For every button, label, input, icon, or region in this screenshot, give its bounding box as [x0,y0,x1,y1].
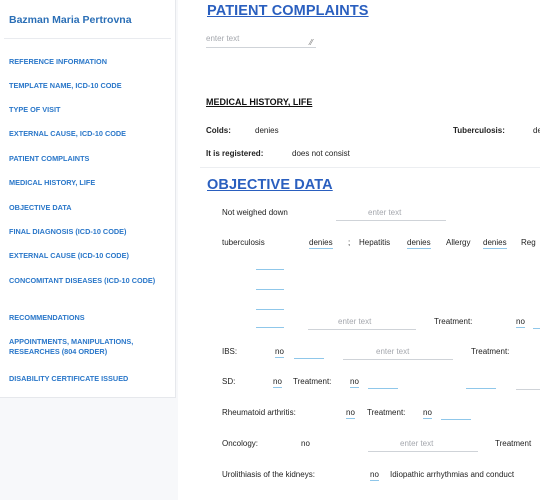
ra-treatment-label: Treatment: [367,408,406,417]
oncology-label: Oncology: [222,439,259,448]
sidebar-item-reference-information[interactable]: REFERENCE INFORMATION [9,57,169,67]
notes-input[interactable]: enter text [338,317,371,326]
empty-select[interactable] [256,309,284,310]
ibs-input-border [343,359,453,360]
empty-select[interactable] [466,388,496,389]
sidebar-item-template-name[interactable]: TEMPLATE NAME, ICD-10 CODE [9,81,169,91]
complaints-input-border [206,47,316,48]
resize-handle-icon[interactable]: ⁄⁄ [310,38,313,47]
sd-select[interactable]: no [273,377,282,388]
empty-select[interactable] [441,419,471,420]
empty-select[interactable] [533,328,540,329]
empty-select[interactable] [294,358,324,359]
urolithiasis-select[interactable]: no [370,470,379,481]
main-content: PATIENT COMPLAINTS enter text ⁄⁄ MEDICAL… [178,0,540,500]
oncology-input-border [368,451,478,452]
objective-data-title: OBJECTIVE DATA [207,177,333,193]
arrhythmias-label: Idiopathic arrhythmias and conduct [390,470,515,479]
ibs-treatment-label: Treatment: [471,347,510,356]
sidebar-item-external-cause[interactable]: EXTERNAL CAUSE (ICD-10 CODE) [9,251,169,261]
sidebar: Bazman Maria Pertrovna REFERENCE INFORMA… [0,0,176,398]
sidebar-divider [4,38,171,39]
tuberculosis-value[interactable]: de [533,126,540,135]
sidebar-item-disability-certificate[interactable]: DISABILITY CERTIFICATE ISSUED [9,374,169,384]
sidebar-item-medical-history[interactable]: MEDICAL HISTORY, LIFE [9,178,169,188]
ra-label: Rheumatoid arthritis: [222,408,296,417]
ibs-select[interactable]: no [275,347,284,358]
oncology-value[interactable]: no [301,439,310,448]
complaints-input[interactable]: enter text [206,34,239,43]
reg-label: Reg [521,238,536,247]
medical-history-title: MEDICAL HISTORY, LIFE [206,97,313,107]
hepatitis-label: Hepatitis [359,238,391,247]
sidebar-item-type-of-visit[interactable]: TYPE OF VISIT [9,105,169,115]
registered-value[interactable]: does not consist [292,149,350,158]
sidebar-item-final-diagnosis[interactable]: FINAL DIAGNOSIS (ICD-10 CODE) [9,227,169,237]
tb-select[interactable]: denies [309,238,333,249]
weight-input[interactable]: enter text [368,208,401,217]
patient-name: Bazman Maria Pertrovna [9,14,132,26]
tuberculosis-label: Tuberculosis: [453,126,505,135]
ra-select[interactable]: no [346,408,355,419]
sidebar-item-objective-data[interactable]: OBJECTIVE DATA [9,203,169,213]
sd-treatment-label: Treatment: [293,377,332,386]
sd-treatment-select[interactable]: no [350,377,359,388]
oncology-treatment-label: Treatment [495,439,532,448]
not-weighed-label: Not weighed down [222,208,288,217]
treatment-select[interactable]: no [516,317,525,328]
oncology-input[interactable]: enter text [400,439,433,448]
patient-complaints-title: PATIENT COMPLAINTS [207,3,369,19]
allergy-select[interactable]: denies [483,238,507,249]
colds-value[interactable]: denies [255,126,279,135]
ibs-input[interactable]: enter text [376,347,409,356]
registered-label: It is registered: [206,149,264,158]
empty-select[interactable] [256,289,284,290]
empty-select[interactable] [256,327,284,328]
notes-input-border [308,329,416,330]
urolithiasis-label: Urolithiasis of the kidneys: [222,470,315,479]
allergy-label: Allergy [446,238,471,247]
sidebar-item-external-cause-code[interactable]: EXTERNAL CAUSE, ICD-10 CODE [9,129,169,139]
weight-input-border [336,220,446,221]
sidebar-item-recommendations[interactable]: RECOMMENDATIONS [9,313,169,323]
tb-label: tuberculosis [222,238,265,247]
section-divider [200,167,540,168]
input-border [516,389,540,390]
ibs-label: IBS: [222,347,238,356]
colds-label: Colds: [206,126,231,135]
sidebar-item-concomitant-diseases[interactable]: CONCOMITANT DISEASES (ICD-10 CODE) [9,276,169,286]
semicolon: ; [348,238,351,247]
sd-label: SD: [222,377,236,386]
treatment-label: Treatment: [434,317,473,326]
sidebar-item-patient-complaints[interactable]: PATIENT COMPLAINTS [9,154,169,164]
empty-select[interactable] [256,269,284,270]
ra-treatment-select[interactable]: no [423,408,432,419]
hepatitis-select[interactable]: denies [407,238,431,249]
sidebar-item-appointments[interactable]: APPOINTMENTS, MANIPULATIONS, RESEARCHES … [9,337,169,357]
empty-select[interactable] [368,388,398,389]
